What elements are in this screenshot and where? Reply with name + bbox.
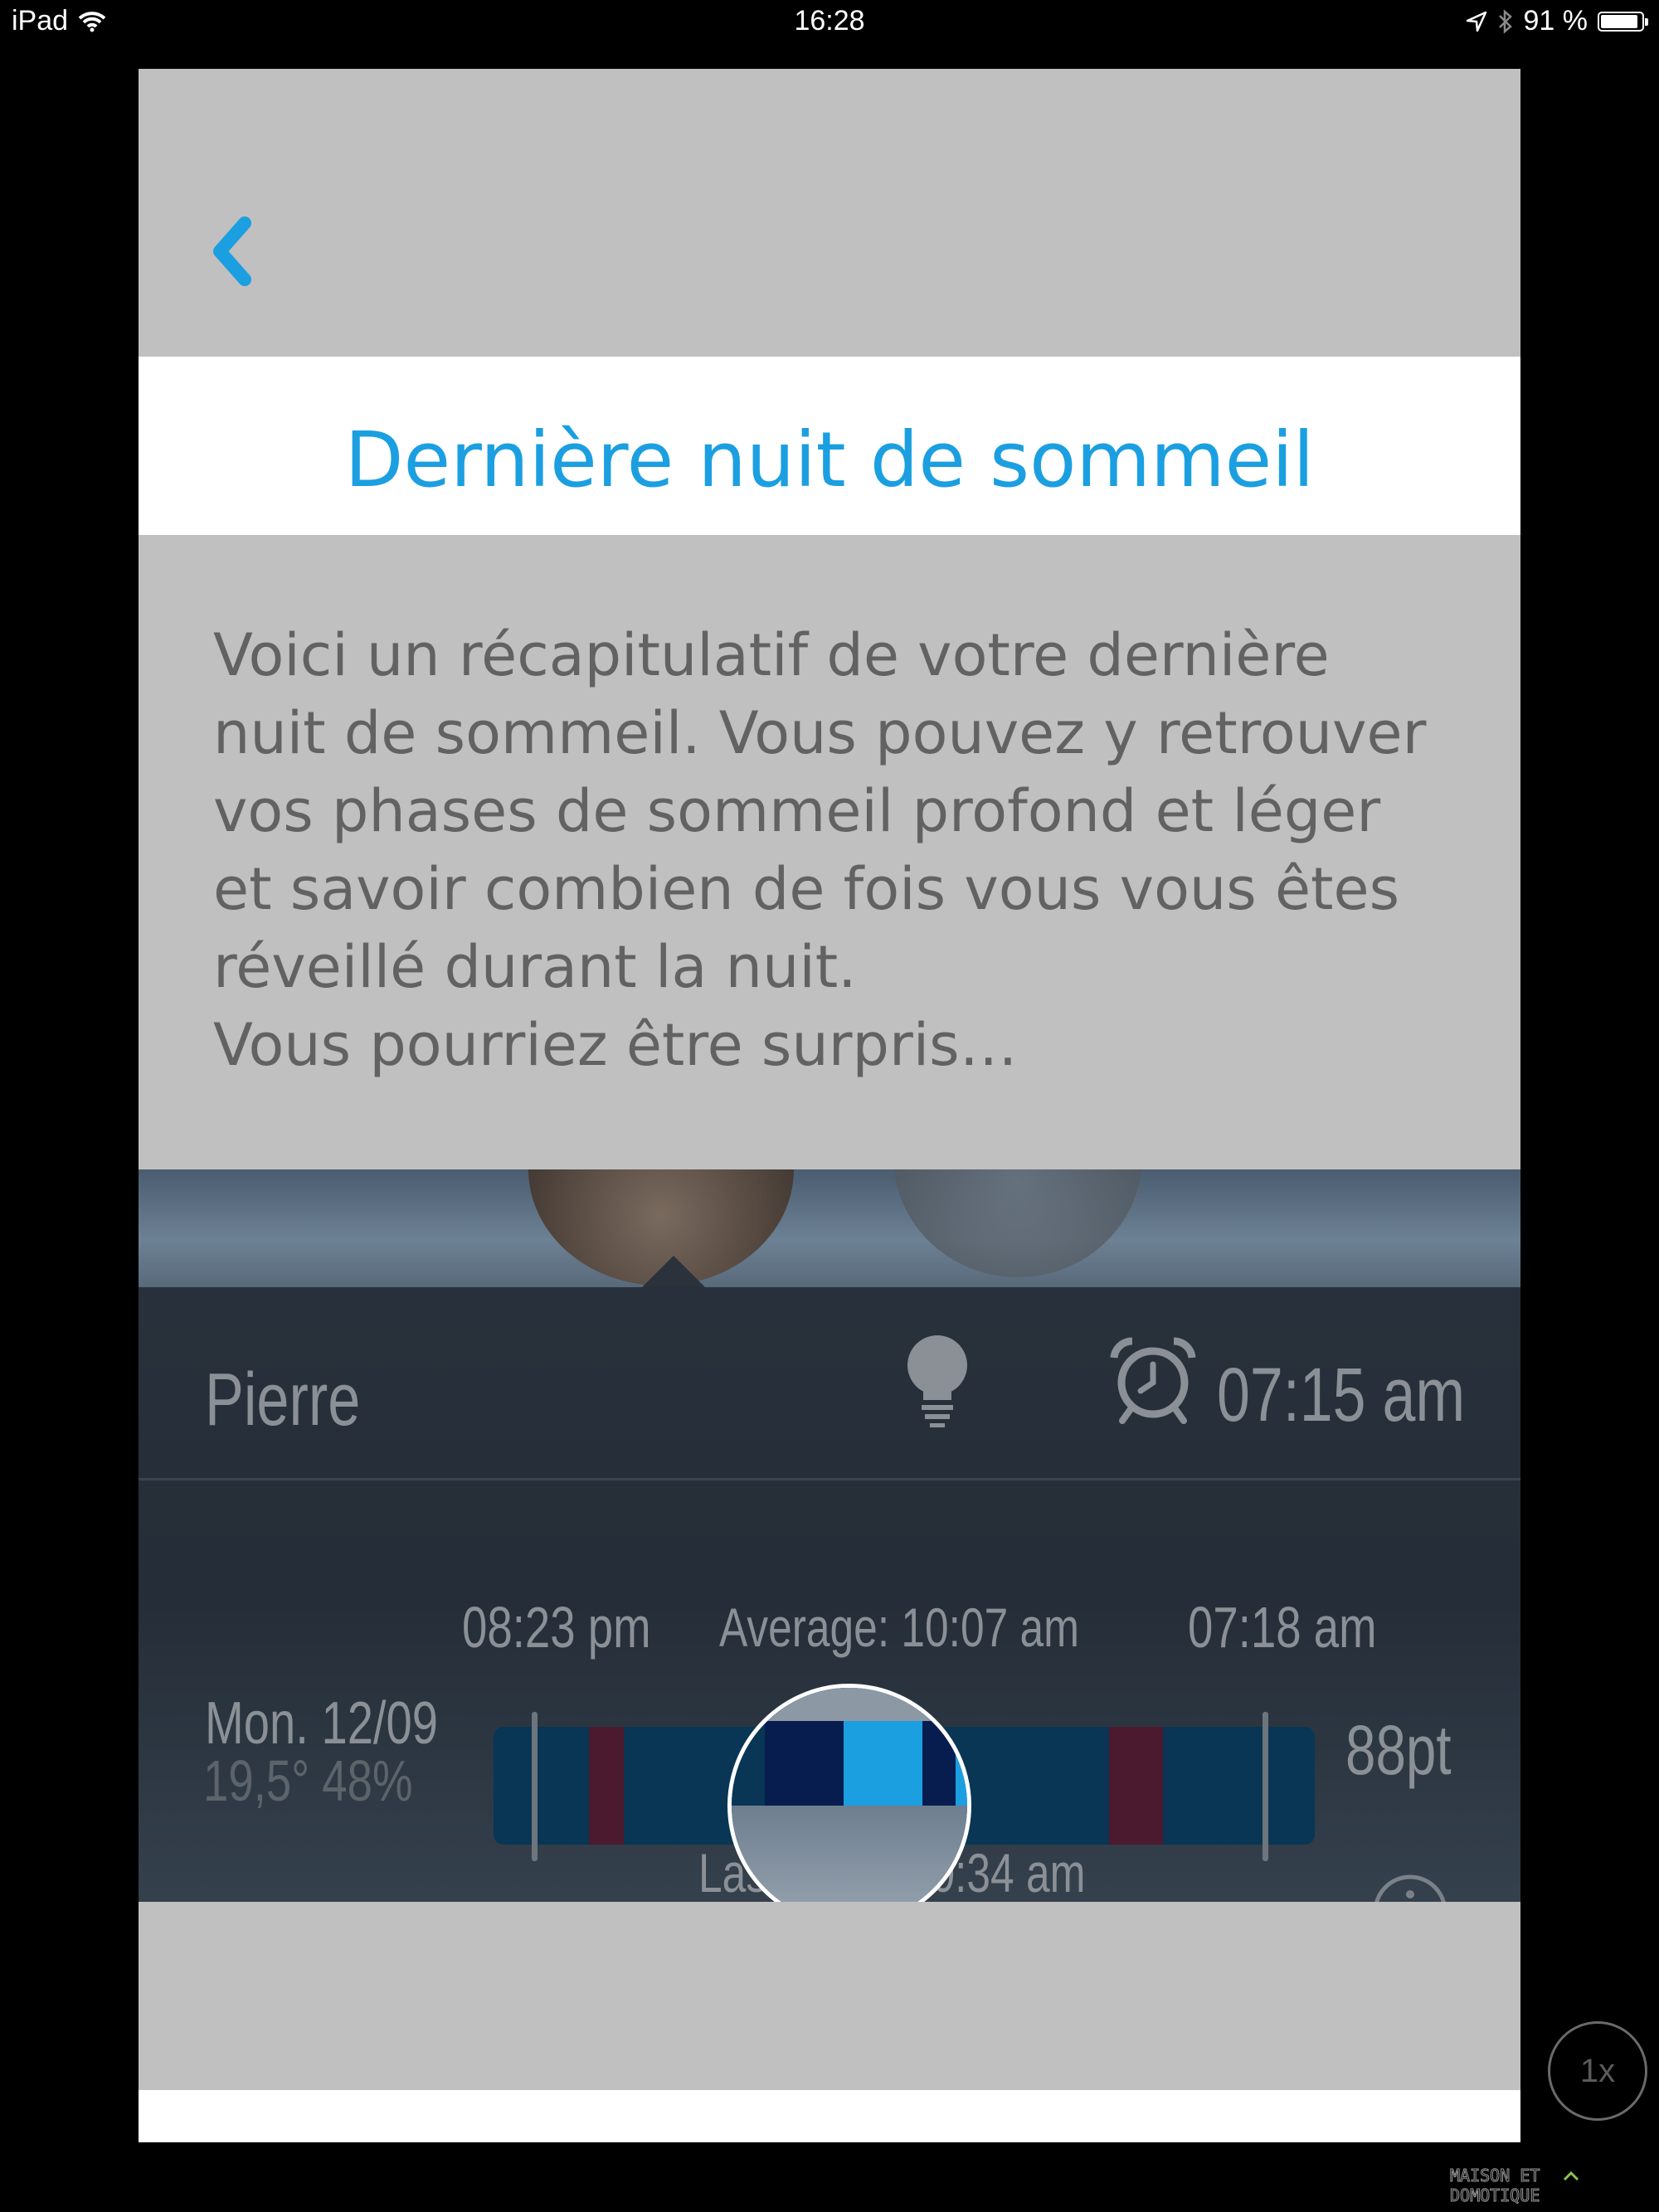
location-arrow-icon: [1466, 11, 1486, 32]
divider: [139, 1478, 1520, 1480]
back-button[interactable]: [205, 210, 263, 293]
battery-icon: [1598, 11, 1648, 32]
awake-segment: [589, 1727, 624, 1845]
description-text: Voici un récapitulatif de votre dernière…: [213, 621, 1427, 1079]
bedtime-label: 08:23 pm: [462, 1595, 651, 1660]
zoom-button[interactable]: 1x: [1548, 2021, 1647, 2121]
light-bulb-icon[interactable]: [902, 1332, 973, 1432]
page-title: Dernière nuit de sommeil: [344, 416, 1315, 504]
wake-marker: [1262, 1712, 1268, 1861]
lens-sky: [732, 1806, 967, 1902]
alarm-time[interactable]: 07:15 am: [1217, 1352, 1465, 1439]
next-section-band: [139, 2090, 1520, 2142]
average-label: Average: 10:07 am: [719, 1597, 1080, 1658]
awake-segment: [1109, 1727, 1163, 1845]
bluetooth-icon: [1498, 8, 1512, 34]
avatar-pointer: [640, 1256, 707, 1289]
lens-top: [732, 1688, 967, 1721]
status-time: 16:28: [794, 5, 865, 36]
room-conditions: 19,5° 48%: [203, 1748, 413, 1813]
sleep-score: 88pt: [1345, 1711, 1452, 1789]
sleep-panel: Pierre 07:15 am 08:23 pm Average: 10:07 …: [139, 1256, 1520, 1902]
maison-et-domotique-logo: MAISON ET DOMOTIQUE: [1450, 2166, 1579, 2206]
magnifier-lens[interactable]: [727, 1684, 971, 1902]
sky-background: [139, 1169, 1520, 1287]
chevron-left-icon[interactable]: [205, 210, 263, 293]
app-screen: Dernière nuit de sommeil Voici un récapi…: [139, 69, 1520, 2142]
zoom-label: 1x: [1579, 2052, 1616, 2089]
user-name: Pierre: [205, 1359, 361, 1441]
wake-time-label: 07:18 am: [1188, 1595, 1377, 1660]
battery-percent: 91 %: [1523, 5, 1588, 36]
alarm-clock-icon[interactable]: [1107, 1334, 1199, 1426]
svg-text:DOMOTIQUE: DOMOTIQUE: [1450, 2185, 1540, 2205]
status-bar: iPad 16:28 91 %: [0, 0, 1659, 46]
info-icon[interactable]: [1370, 1872, 1450, 1902]
title-band: Dernière nuit de sommeil: [139, 357, 1520, 535]
svg-text:MAISON ET: MAISON ET: [1450, 2166, 1540, 2185]
sleep-summary-card: Pierre 07:15 am 08:23 pm Average: 10:07 …: [139, 1169, 1520, 1902]
bedtime-marker: [532, 1712, 538, 1861]
